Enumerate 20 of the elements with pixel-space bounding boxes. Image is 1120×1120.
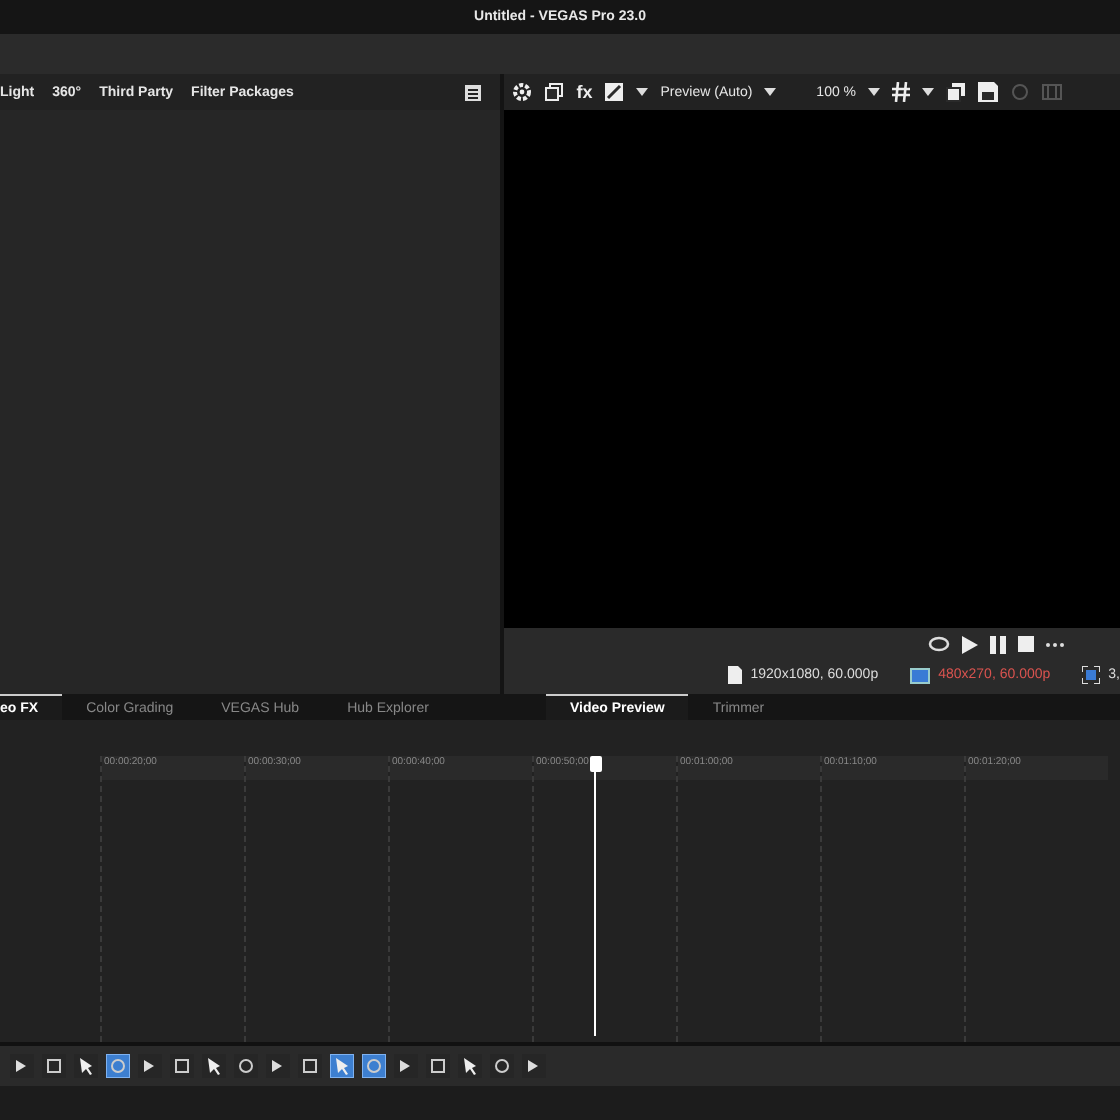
- more-icon[interactable]: [1046, 641, 1064, 647]
- play-icon[interactable]: [962, 635, 978, 653]
- settings-icon[interactable]: [512, 82, 533, 102]
- caret-icon[interactable]: [922, 88, 935, 96]
- loop-icon[interactable]: [928, 636, 950, 652]
- pause-icon[interactable]: [990, 635, 1006, 653]
- caret-icon[interactable]: [636, 88, 649, 96]
- file-icon: [728, 666, 743, 684]
- fit-icon: [1082, 666, 1101, 684]
- caret-icon[interactable]: [868, 88, 881, 96]
- copy-snapshot-icon[interactable]: [946, 82, 967, 102]
- selection-box-icon[interactable]: [170, 1054, 194, 1078]
- copy-icon[interactable]: [544, 82, 565, 102]
- video-fx-button[interactable]: fx: [576, 82, 593, 102]
- playhead[interactable]: [588, 756, 602, 1036]
- split-screen-icon[interactable]: [604, 82, 625, 102]
- caret-icon[interactable]: [764, 88, 777, 96]
- list-icon[interactable]: [464, 83, 483, 101]
- monitor-icon: [910, 667, 931, 683]
- save-icon[interactable]: [978, 82, 999, 102]
